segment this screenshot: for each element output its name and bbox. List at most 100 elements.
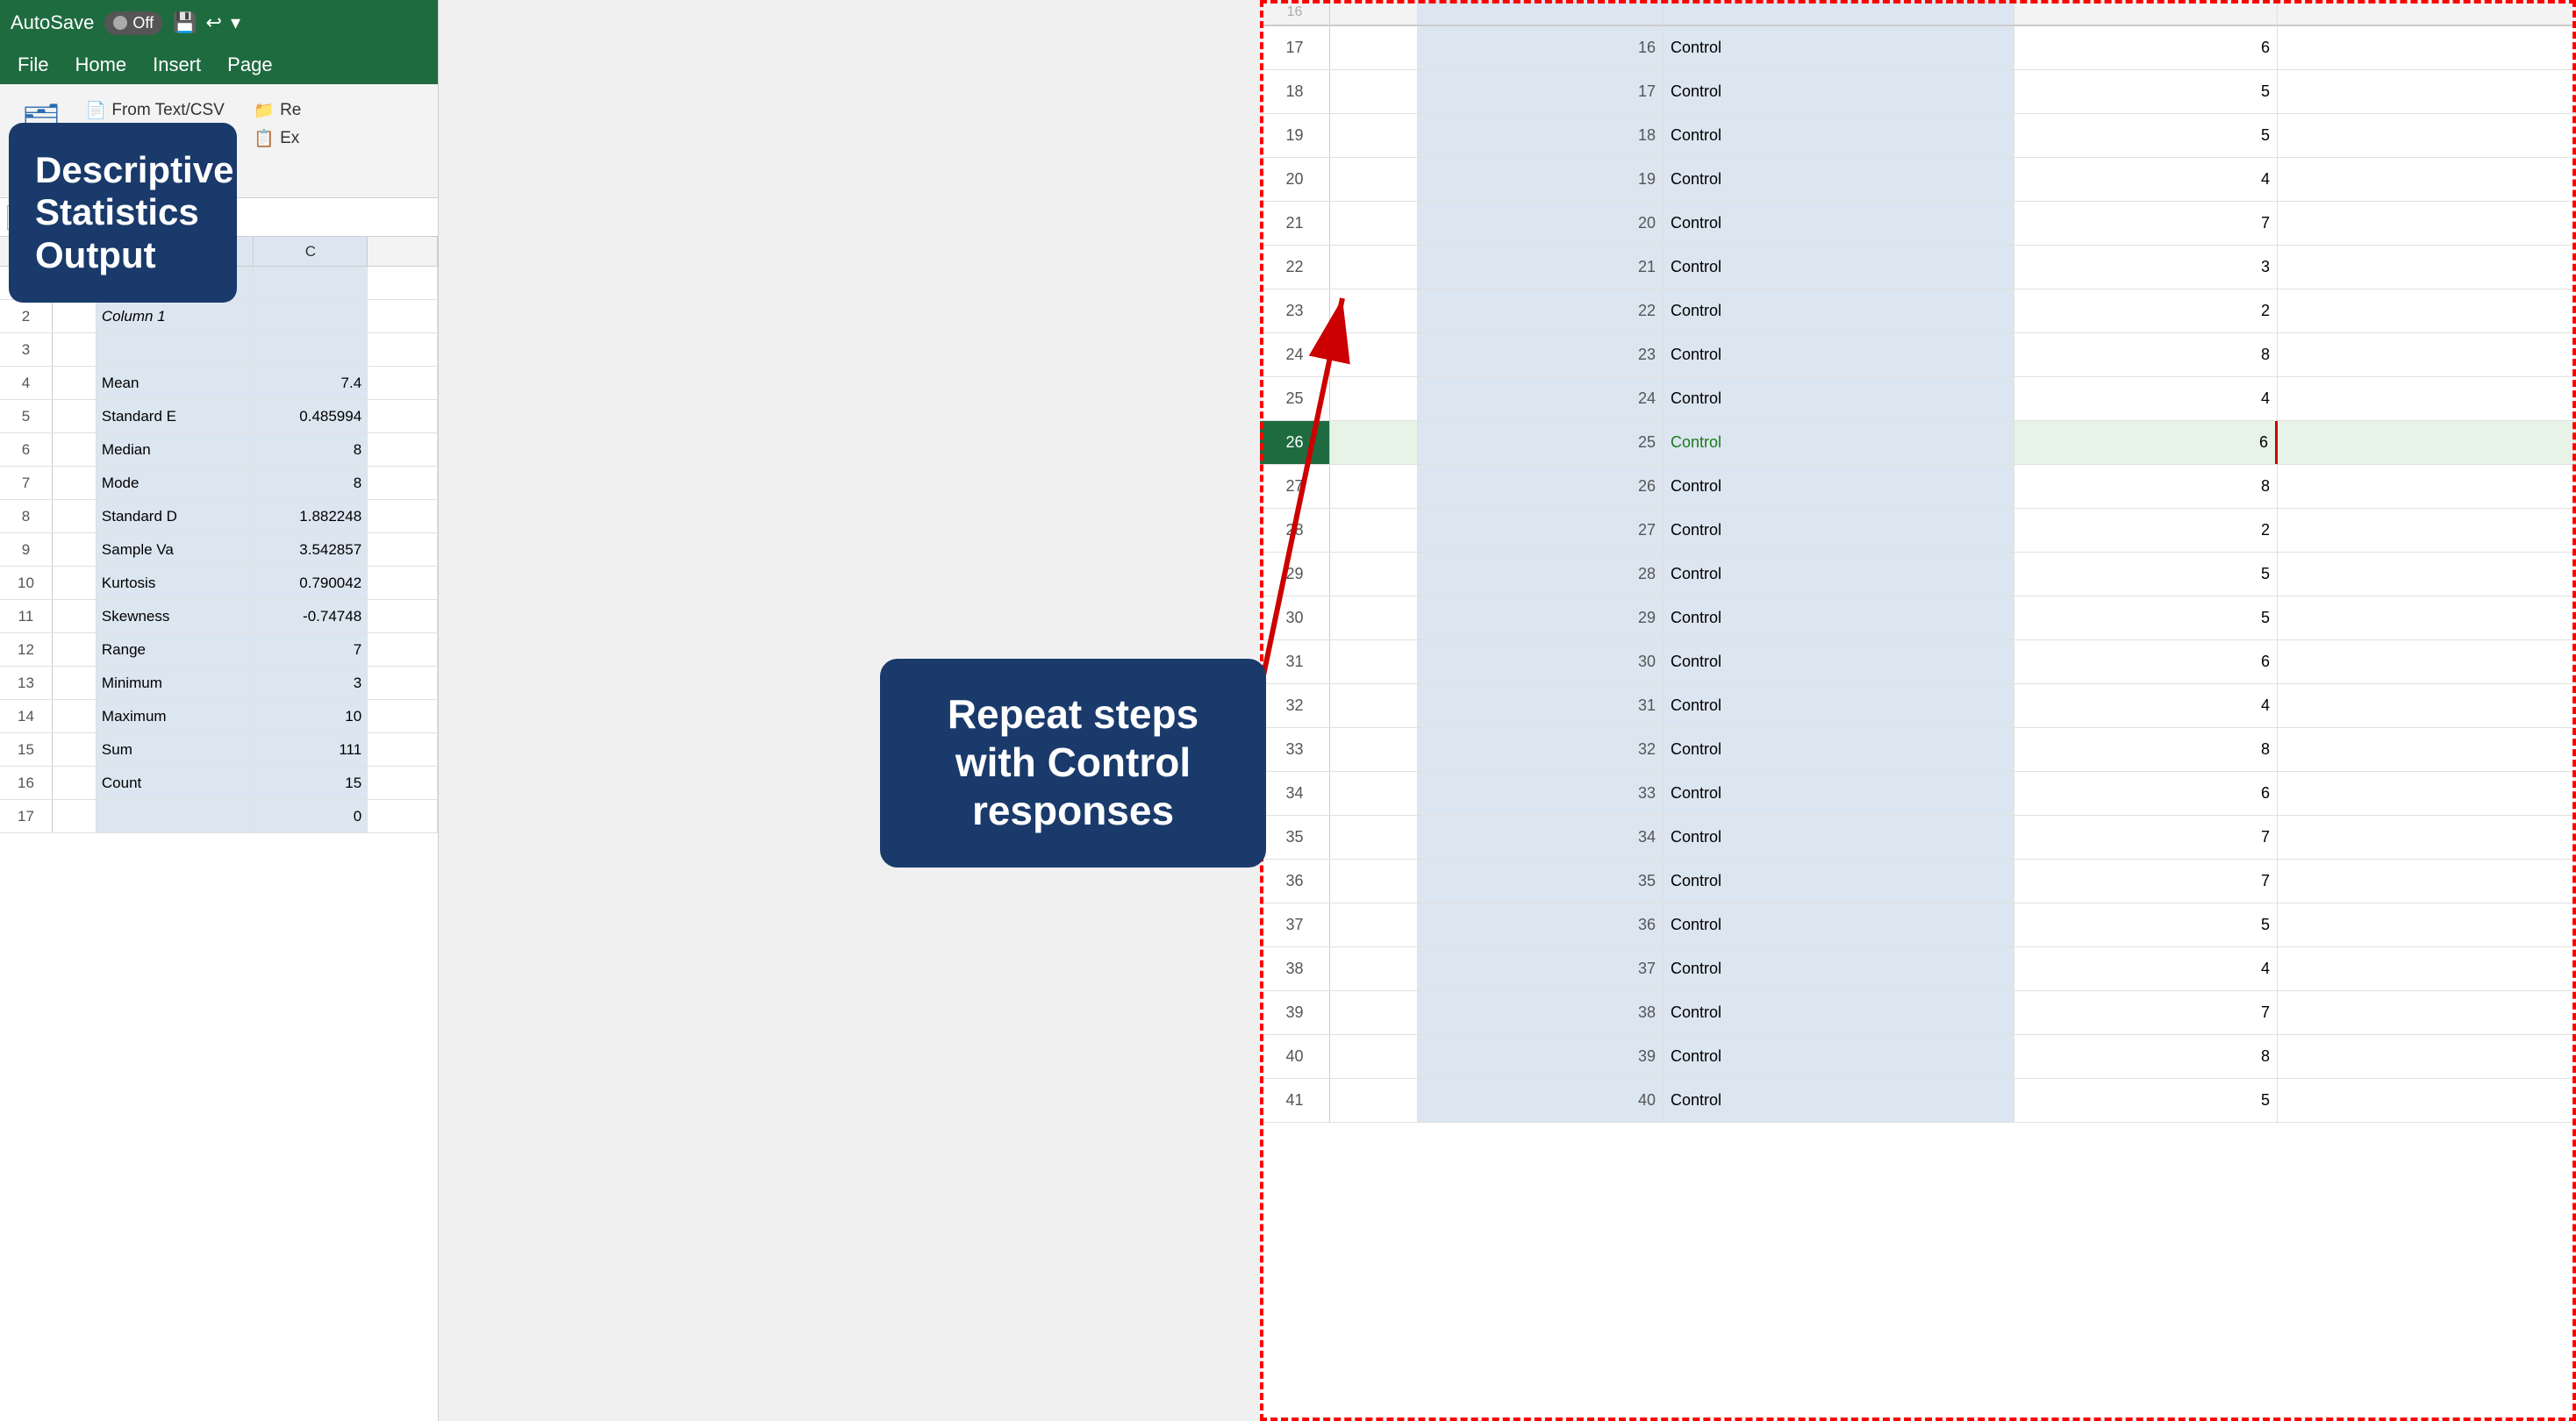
cell-top-d[interactable]: [2014, 0, 2278, 25]
cell-r28a[interactable]: [1330, 509, 1418, 552]
cell-2d[interactable]: [368, 300, 438, 332]
cell-9d[interactable]: [368, 533, 438, 566]
cell-11b[interactable]: Skewness: [97, 600, 254, 632]
cell-3d[interactable]: [368, 333, 438, 366]
cell-4d[interactable]: [368, 367, 438, 399]
cell-r18c[interactable]: Control: [1664, 70, 2014, 113]
cell-15d[interactable]: [368, 733, 438, 766]
cell-r23a[interactable]: [1330, 289, 1418, 332]
cell-14d[interactable]: [368, 700, 438, 732]
ribbon-text-csv-btn[interactable]: 📄 From Text/CSV: [82, 98, 237, 123]
cell-r25b[interactable]: 24: [1418, 377, 1664, 420]
cell-r18b[interactable]: 17: [1418, 70, 1664, 113]
cell-17d[interactable]: [368, 800, 438, 832]
menu-insert[interactable]: Insert: [153, 54, 201, 76]
cell-r40a[interactable]: [1330, 1035, 1418, 1078]
cell-r29a[interactable]: [1330, 553, 1418, 596]
cell-16a[interactable]: [53, 767, 97, 799]
cell-r33d[interactable]: 8: [2014, 728, 2278, 771]
cell-r34a[interactable]: [1330, 772, 1418, 815]
cell-r40c[interactable]: Control: [1664, 1035, 2014, 1078]
cell-6d[interactable]: [368, 433, 438, 466]
cell-2a[interactable]: [53, 300, 97, 332]
cell-7b[interactable]: Mode: [97, 467, 254, 499]
save-icon[interactable]: 💾: [173, 11, 197, 34]
cell-r24a[interactable]: [1330, 333, 1418, 376]
cell-r24b[interactable]: 23: [1418, 333, 1664, 376]
cell-r26c[interactable]: Control: [1664, 421, 2014, 464]
cell-r30c[interactable]: Control: [1664, 596, 2014, 639]
cell-r25c[interactable]: Control: [1664, 377, 2014, 420]
cell-6b[interactable]: Median: [97, 433, 254, 466]
cell-r31a[interactable]: [1330, 640, 1418, 683]
cell-14a[interactable]: [53, 700, 97, 732]
cell-r19d[interactable]: 5: [2014, 114, 2278, 157]
cell-14c[interactable]: 10: [254, 700, 368, 732]
cell-r32d[interactable]: 4: [2014, 684, 2278, 727]
cell-r24d[interactable]: 8: [2014, 333, 2278, 376]
cell-5d[interactable]: [368, 400, 438, 432]
cell-7d[interactable]: [368, 467, 438, 499]
cell-r31b[interactable]: 30: [1418, 640, 1664, 683]
cell-r38a[interactable]: [1330, 947, 1418, 990]
cell-2b[interactable]: Column 1: [97, 300, 254, 332]
cell-3c[interactable]: [254, 333, 368, 366]
cell-r28c[interactable]: Control: [1664, 509, 2014, 552]
cell-1c[interactable]: [254, 267, 368, 299]
cell-r36a[interactable]: [1330, 860, 1418, 903]
cell-13a[interactable]: [53, 667, 97, 699]
cell-r18d[interactable]: 5: [2014, 70, 2278, 113]
cell-r40b[interactable]: 39: [1418, 1035, 1664, 1078]
cell-r36b[interactable]: 35: [1418, 860, 1664, 903]
cell-r22a[interactable]: [1330, 246, 1418, 289]
cell-r35b[interactable]: 34: [1418, 816, 1664, 859]
cell-r39a[interactable]: [1330, 991, 1418, 1034]
menu-file[interactable]: File: [18, 54, 48, 76]
cell-6a[interactable]: [53, 433, 97, 466]
cell-r40d[interactable]: 8: [2014, 1035, 2278, 1078]
cell-r17b[interactable]: 16: [1418, 26, 1664, 69]
cell-r37d[interactable]: 5: [2014, 903, 2278, 946]
cell-r41a[interactable]: [1330, 1079, 1418, 1122]
cell-11a[interactable]: [53, 600, 97, 632]
col-header-c[interactable]: C: [254, 237, 368, 266]
cell-4a[interactable]: [53, 367, 97, 399]
cell-r34c[interactable]: Control: [1664, 772, 2014, 815]
cell-r34b[interactable]: 33: [1418, 772, 1664, 815]
cell-r30a[interactable]: [1330, 596, 1418, 639]
cell-top-a[interactable]: [1330, 0, 1418, 25]
cell-r29c[interactable]: Control: [1664, 553, 2014, 596]
cell-r19a[interactable]: [1330, 114, 1418, 157]
cell-r35a[interactable]: [1330, 816, 1418, 859]
cell-r23d[interactable]: 2: [2014, 289, 2278, 332]
cell-8b[interactable]: Standard D: [97, 500, 254, 532]
cell-r38b[interactable]: 37: [1418, 947, 1664, 990]
cell-r36d[interactable]: 7: [2014, 860, 2278, 903]
cell-10d[interactable]: [368, 567, 438, 599]
menu-home[interactable]: Home: [75, 54, 126, 76]
cell-r26b[interactable]: 25: [1418, 421, 1664, 464]
cell-12a[interactable]: [53, 633, 97, 666]
cell-r35d[interactable]: 7: [2014, 816, 2278, 859]
cell-r37c[interactable]: Control: [1664, 903, 2014, 946]
cell-17b[interactable]: [97, 800, 254, 832]
cell-15c[interactable]: 111: [254, 733, 368, 766]
cell-5b[interactable]: Standard E: [97, 400, 254, 432]
cell-4b[interactable]: Mean: [97, 367, 254, 399]
cell-17c[interactable]: 0: [254, 800, 368, 832]
cell-r26a[interactable]: [1330, 421, 1418, 464]
cell-r32c[interactable]: Control: [1664, 684, 2014, 727]
cell-r18a[interactable]: [1330, 70, 1418, 113]
cell-r29b[interactable]: 28: [1418, 553, 1664, 596]
cell-r27c[interactable]: Control: [1664, 465, 2014, 508]
cell-r25d[interactable]: 4: [2014, 377, 2278, 420]
cell-7a[interactable]: [53, 467, 97, 499]
cell-r19c[interactable]: Control: [1664, 114, 2014, 157]
cell-13b[interactable]: Minimum: [97, 667, 254, 699]
cell-14b[interactable]: Maximum: [97, 700, 254, 732]
cell-13d[interactable]: [368, 667, 438, 699]
cell-r36c[interactable]: Control: [1664, 860, 2014, 903]
cell-r31d[interactable]: 6: [2014, 640, 2278, 683]
cell-r23b[interactable]: 22: [1418, 289, 1664, 332]
cell-8d[interactable]: [368, 500, 438, 532]
